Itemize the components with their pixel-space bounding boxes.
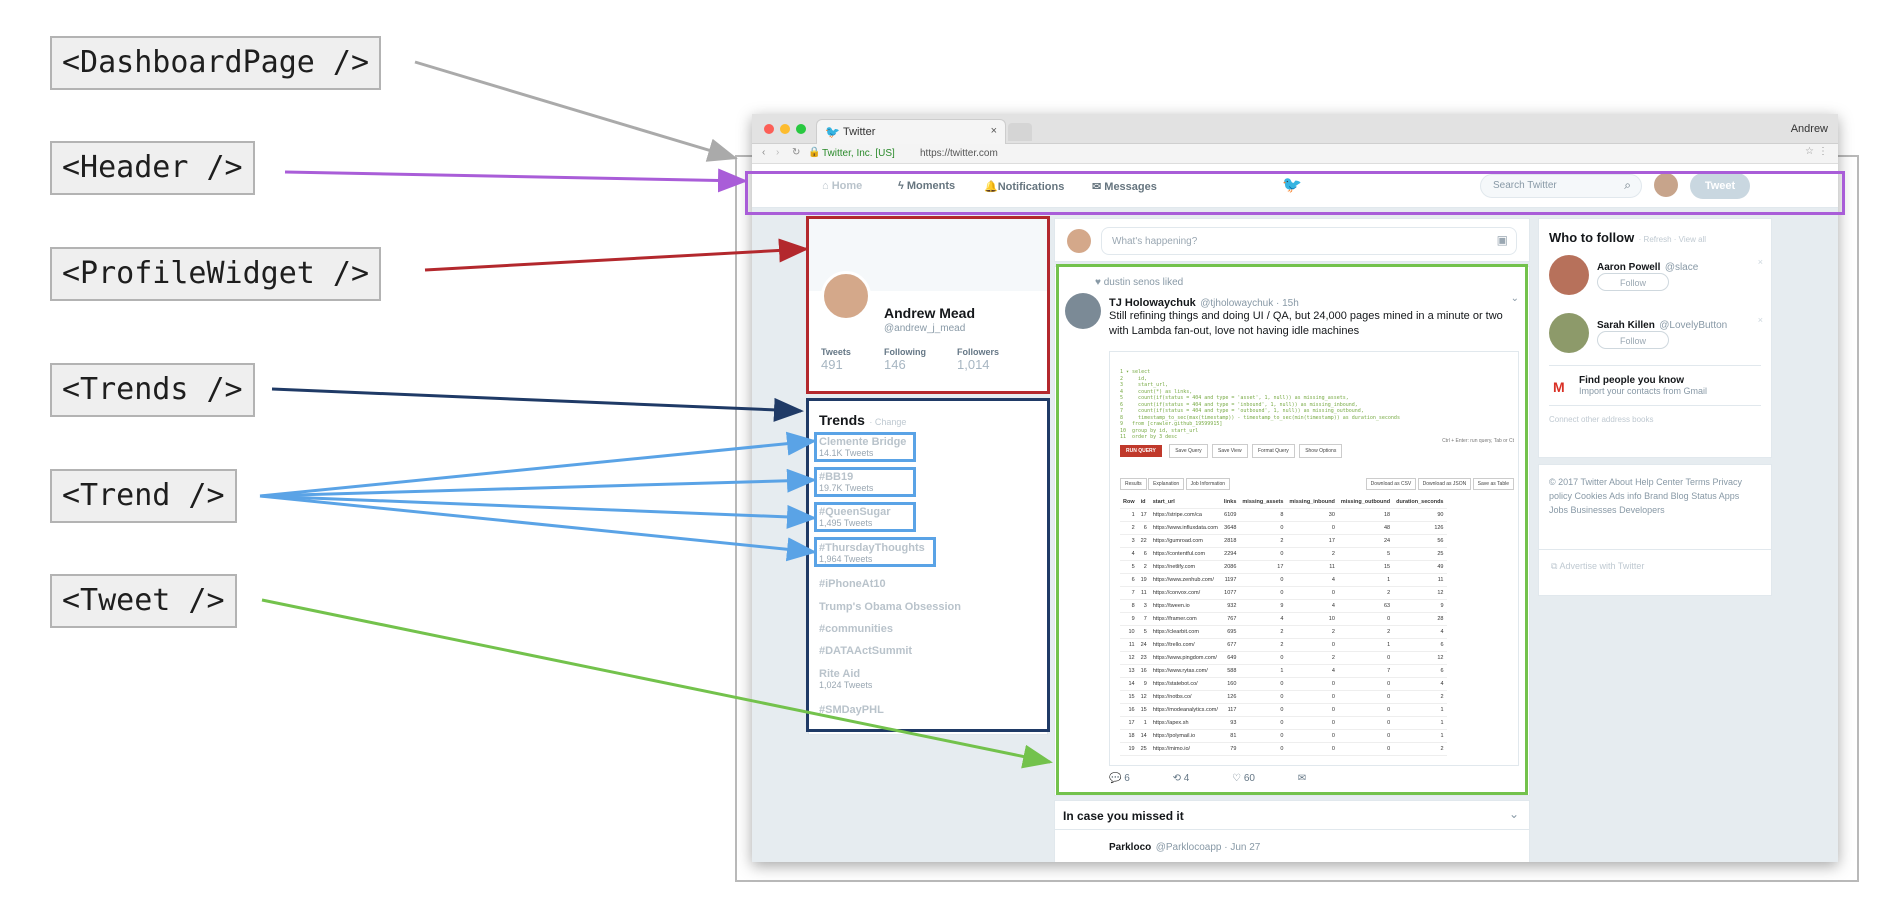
twitter-bird-icon: 🐦 xyxy=(825,125,840,139)
footer-link[interactable]: Apps xyxy=(1719,491,1740,501)
external-link-icon: ⧉ xyxy=(1551,561,1558,571)
footer-link[interactable]: About xyxy=(1609,477,1633,487)
header-arrow xyxy=(284,168,748,193)
address-url[interactable]: https://twitter.com xyxy=(920,148,998,159)
divider xyxy=(1539,549,1771,550)
footer-link[interactable]: Ads info xyxy=(1609,491,1642,501)
footer-link[interactable]: Brand xyxy=(1644,491,1668,501)
who-to-follow-card: Who to follow · Refresh · View all Aaron… xyxy=(1538,218,1772,458)
browser-tab-bar: 🐦 Twitter × Andrew xyxy=(752,114,1838,145)
suggested-user-avatar[interactable] xyxy=(1549,313,1589,353)
header-highlight-box xyxy=(745,171,1845,215)
divider xyxy=(1549,365,1761,366)
suggested-user-avatar[interactable] xyxy=(1549,255,1589,295)
profile-widget-label: <ProfileWidget /> xyxy=(50,247,382,301)
browser-tab[interactable]: 🐦 Twitter × xyxy=(816,119,1006,145)
footer-links: © 2017 Twitter About Help Center Terms P… xyxy=(1549,475,1759,517)
trend-arrow xyxy=(259,468,817,498)
dismiss-icon[interactable]: × xyxy=(1758,315,1763,325)
new-tab-button[interactable] xyxy=(1008,123,1032,141)
footer-link[interactable]: Help Center xyxy=(1635,477,1683,487)
trend-highlight-box xyxy=(814,467,916,497)
maximize-window-icon[interactable] xyxy=(796,124,806,134)
minimize-window-icon[interactable] xyxy=(780,124,790,134)
refresh-view-all-links[interactable]: · Refresh · View all xyxy=(1639,235,1706,244)
footer-link[interactable]: Cookies xyxy=(1575,491,1608,501)
back-icon[interactable]: ‹ xyxy=(762,147,765,158)
find-people-link[interactable]: Find people you know Import your contact… xyxy=(1579,375,1707,396)
compose-input[interactable]: What's happening? ▣ xyxy=(1101,227,1517,255)
who-to-follow-title: Who to follow xyxy=(1549,230,1635,245)
advertise-link[interactable]: ⧉ Advertise with Twitter xyxy=(1551,561,1644,572)
follow-button[interactable]: Follow xyxy=(1597,273,1669,291)
tweet-label: <Tweet /> xyxy=(50,574,237,628)
divider xyxy=(1549,405,1761,406)
follow-button[interactable]: Follow xyxy=(1597,331,1669,349)
dashboard-arrow xyxy=(414,60,738,162)
trends-label: <Trends /> xyxy=(50,363,255,417)
close-window-icon[interactable] xyxy=(764,124,774,134)
tab-title: Twitter xyxy=(843,126,876,138)
browser-user: Andrew xyxy=(1790,123,1828,135)
lock-icon: 🔒 xyxy=(808,147,821,158)
address-bar[interactable]: ‹ › ↻ 🔒 Twitter, Inc. [US] https://twitt… xyxy=(752,144,1838,164)
footer-link[interactable]: Blog xyxy=(1671,491,1689,501)
who-to-follow-header: Who to follow · Refresh · View all xyxy=(1549,229,1706,247)
compose-box: What's happening? ▣ xyxy=(1054,218,1530,262)
profile-widget-highlight-box xyxy=(806,216,1050,394)
reload-icon[interactable]: ↻ xyxy=(792,147,800,158)
tweet-highlight-box xyxy=(1056,264,1528,795)
address-site: Twitter, Inc. [US] xyxy=(822,148,895,159)
dismiss-icon[interactable]: × xyxy=(1758,257,1763,267)
close-tab-icon[interactable]: × xyxy=(991,125,997,137)
missed-title: In case you missed it xyxy=(1063,809,1184,823)
footer-card: © 2017 Twitter About Help Center Terms P… xyxy=(1538,464,1772,596)
footer-link[interactable]: © 2017 Twitter xyxy=(1549,477,1607,487)
trends-arrow xyxy=(271,387,804,422)
dashboard-page-label: <DashboardPage /> xyxy=(50,36,382,90)
header-label: <Header /> xyxy=(50,141,255,195)
trend-arrow xyxy=(259,431,817,498)
footer-link[interactable]: Jobs xyxy=(1549,505,1568,515)
trend-label: <Trend /> xyxy=(50,469,237,523)
footer-link[interactable]: Status xyxy=(1691,491,1717,501)
bookmark-star-icon[interactable]: ☆ xyxy=(1805,146,1814,157)
in-case-you-missed-it-card: In case you missed it ⌄ Parkloco @Parklo… xyxy=(1054,800,1530,862)
forward-icon[interactable]: › xyxy=(776,147,779,158)
image-icon[interactable]: ▣ xyxy=(1497,233,1508,247)
compose-avatar xyxy=(1067,229,1091,253)
missed-handle[interactable]: @Parklocoapp · Jun 27 xyxy=(1156,842,1261,853)
footer-link[interactable]: Terms xyxy=(1685,477,1710,487)
menu-dots-icon[interactable]: ⋮ xyxy=(1818,146,1828,157)
trend-highlight-box xyxy=(814,502,916,532)
divider xyxy=(1055,829,1529,830)
footer-link[interactable]: Developers xyxy=(1619,505,1665,515)
missed-author[interactable]: Parkloco xyxy=(1109,842,1151,853)
footer-link[interactable]: Businesses xyxy=(1571,505,1617,515)
chevron-down-icon[interactable]: ⌄ xyxy=(1509,807,1519,821)
trend-highlight-box xyxy=(814,432,916,462)
trend-highlight-box xyxy=(814,537,936,567)
gmail-icon: M xyxy=(1553,379,1565,395)
connect-address-books-link[interactable]: Connect other address books xyxy=(1549,415,1654,424)
missed-tweet-header: Parkloco @Parklocoapp · Jun 27 xyxy=(1109,837,1260,855)
trend-arrow xyxy=(259,494,817,529)
trend-arrow xyxy=(259,494,817,562)
